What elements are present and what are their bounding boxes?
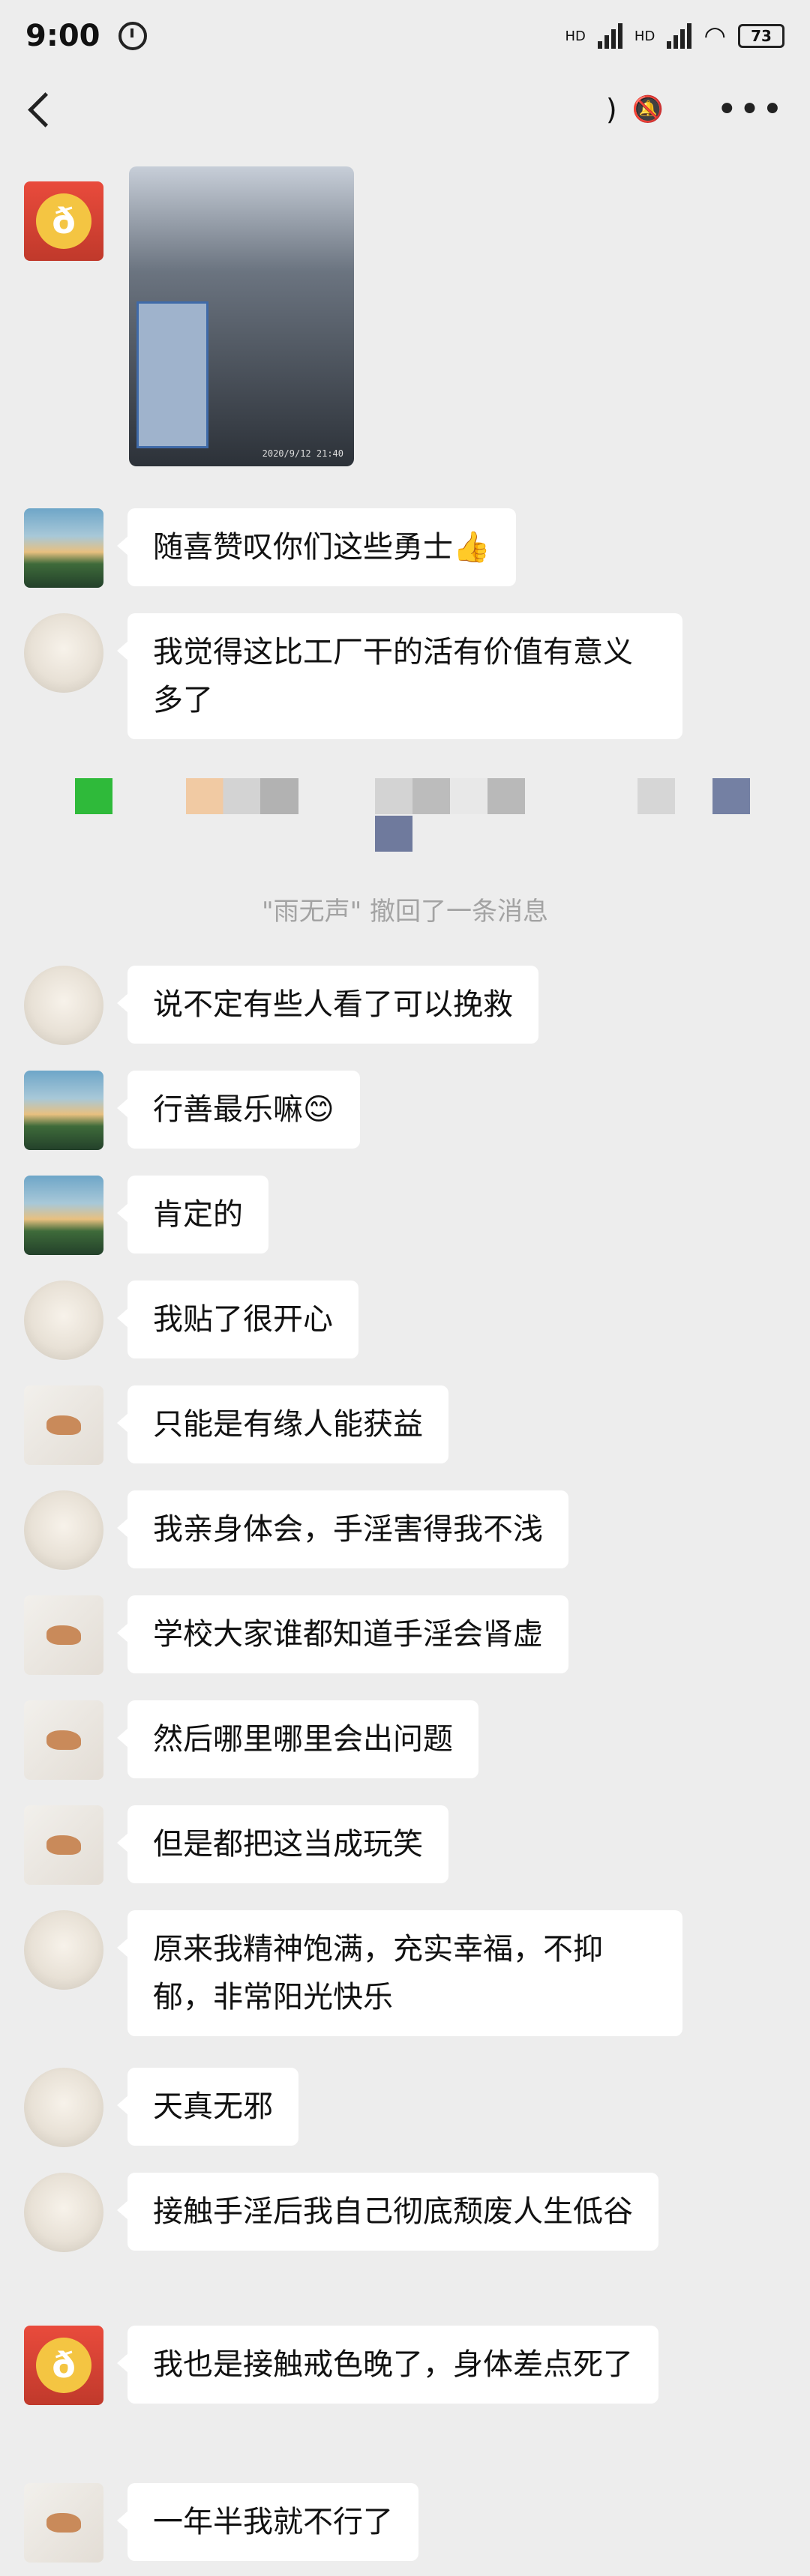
hd-label-2: HD bbox=[634, 28, 656, 44]
message-bubble[interactable]: 然后哪里哪里会出问题 bbox=[117, 1700, 478, 1778]
avatar[interactable] bbox=[24, 508, 104, 588]
avatar[interactable] bbox=[24, 1281, 104, 1360]
avatar[interactable] bbox=[24, 1385, 104, 1465]
image-message[interactable]: 2020/9/12 21:40 bbox=[129, 166, 354, 466]
alarm-icon bbox=[118, 22, 147, 50]
message-bubble[interactable]: 接触手淫后我自己彻底颓废人生低谷 bbox=[117, 2173, 658, 2251]
photo-timestamp: 2020/9/12 21:40 bbox=[262, 448, 344, 459]
message-list[interactable]: ð 2020/9/12 21:40 随喜赞叹你们这些勇士👍 我觉得这比工厂干的活… bbox=[0, 147, 810, 2576]
avatar[interactable] bbox=[24, 613, 104, 693]
avatar[interactable]: ð bbox=[24, 2326, 104, 2405]
blurred-content bbox=[75, 778, 112, 814]
avatar[interactable] bbox=[24, 2483, 104, 2563]
avatar[interactable] bbox=[24, 1910, 104, 1990]
message-bubble[interactable]: 但是都把这当成玩笑 bbox=[117, 1805, 448, 1883]
avatar[interactable] bbox=[24, 1176, 104, 1255]
recall-notice: "雨无声" 撤回了一条消息 bbox=[261, 897, 549, 927]
message-bubble[interactable]: 原来我精神饱满，充实幸福，不抑郁，非常阳光快乐 bbox=[117, 1910, 682, 2036]
avatar[interactable] bbox=[24, 966, 104, 1045]
clock: 9:00 bbox=[26, 19, 100, 53]
battery-icon: 73 bbox=[738, 24, 784, 48]
avatar[interactable]: ð bbox=[24, 181, 104, 261]
signal-icon bbox=[597, 23, 622, 49]
chat-header: ) 🔕 ••• bbox=[0, 72, 810, 147]
blurred-content bbox=[375, 778, 525, 814]
more-options-icon[interactable]: ••• bbox=[716, 88, 784, 130]
chat-title: ) bbox=[605, 93, 617, 126]
buddha-symbol-icon: ð bbox=[36, 193, 92, 249]
blurred-content bbox=[638, 778, 675, 814]
message-bubble[interactable]: 我也是接触戒色晚了，身体差点死了 bbox=[117, 2326, 658, 2404]
avatar[interactable] bbox=[24, 1805, 104, 1885]
avatar[interactable] bbox=[24, 1490, 104, 1570]
avatar[interactable] bbox=[24, 1700, 104, 1780]
message-bubble[interactable]: 我贴了很开心 bbox=[117, 1281, 358, 1358]
buddha-symbol-icon: ð bbox=[36, 2338, 92, 2393]
message-bubble[interactable]: 天真无邪 bbox=[117, 2068, 298, 2146]
message-bubble[interactable]: 一年半我就不行了 bbox=[117, 2483, 418, 2561]
message-bubble[interactable]: 行善最乐嘛😊 bbox=[117, 1071, 360, 1149]
message-bubble[interactable]: 说不定有些人看了可以挽救 bbox=[117, 966, 538, 1044]
poster-panel bbox=[136, 301, 208, 448]
blurred-content bbox=[712, 778, 750, 814]
message-bubble[interactable]: 学校大家谁都知道手淫会肾虚 bbox=[117, 1595, 568, 1673]
mute-bell-icon: 🔕 bbox=[632, 94, 664, 124]
avatar[interactable] bbox=[24, 2068, 104, 2147]
message-bubble[interactable]: 随喜赞叹你们这些勇士👍 bbox=[117, 508, 516, 586]
status-indicators: HD HD ◠ 73 bbox=[566, 21, 784, 51]
avatar[interactable] bbox=[24, 1595, 104, 1675]
blurred-content bbox=[375, 816, 412, 852]
hd-label: HD bbox=[565, 28, 586, 44]
message-bubble[interactable]: 我亲身体会，手淫害得我不浅 bbox=[117, 1490, 568, 1568]
back-icon[interactable] bbox=[28, 91, 63, 127]
message-bubble[interactable]: 我觉得这比工厂干的活有价值有意义多了 bbox=[117, 613, 682, 739]
message-bubble[interactable]: 肯定的 bbox=[117, 1176, 268, 1254]
blurred-content bbox=[186, 778, 298, 814]
wifi-icon: ◠ bbox=[704, 21, 726, 51]
message-bubble[interactable]: 只能是有缘人能获益 bbox=[117, 1385, 448, 1463]
avatar[interactable] bbox=[24, 1071, 104, 1150]
avatar[interactable] bbox=[24, 2173, 104, 2252]
signal-icon-2 bbox=[667, 23, 692, 49]
status-bar: 9:00 HD HD ◠ 73 bbox=[0, 0, 810, 72]
